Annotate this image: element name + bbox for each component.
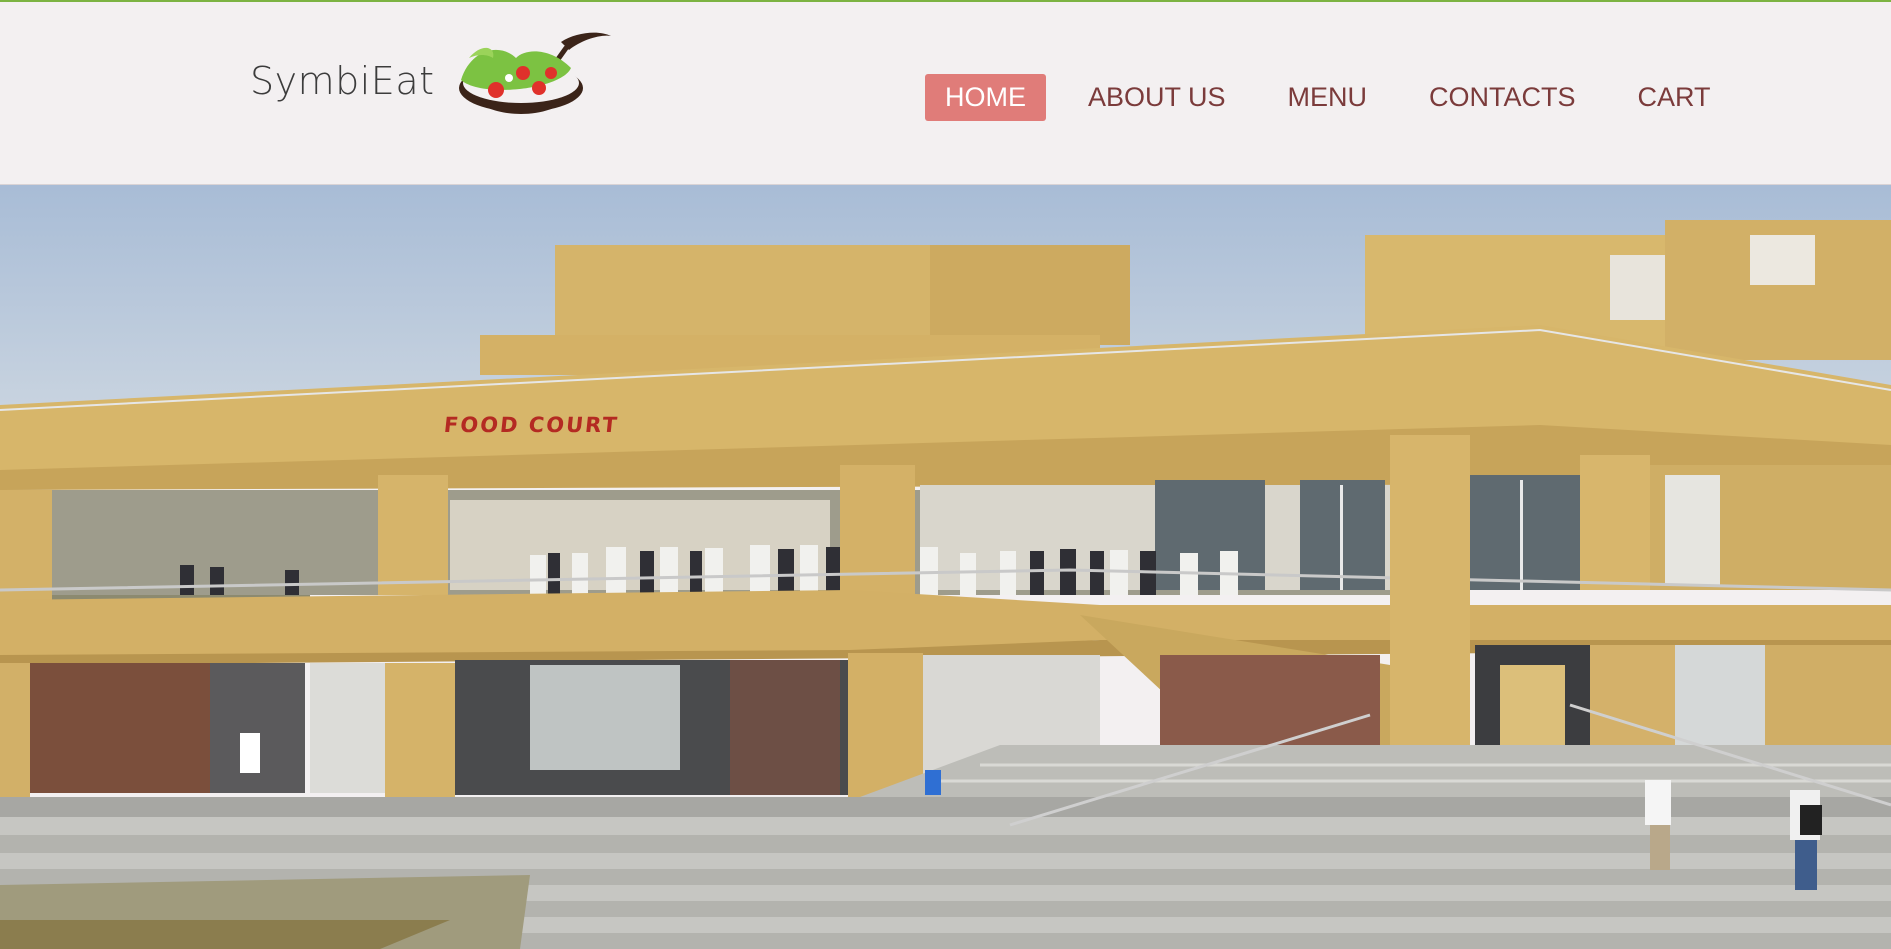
salad-bowl-icon (458, 32, 611, 114)
nav-cart[interactable]: CART (1618, 74, 1731, 121)
main-nav: HOME ABOUT US MENU CONTACTS CART (925, 72, 1753, 122)
nav-contacts[interactable]: CONTACTS (1409, 74, 1596, 121)
food-court-sign: FOOD COURT (442, 413, 620, 437)
logo-text: SymbiEat (250, 58, 435, 103)
site-logo[interactable]: SymbiEat (250, 28, 616, 133)
nav-about-us[interactable]: ABOUT US (1068, 74, 1246, 121)
site-header: SymbiEat HOME ABOUT US MENU CONTACTS CAR… (0, 2, 1891, 184)
food-court-building-image (0, 185, 1891, 949)
nav-home[interactable]: HOME (925, 73, 1046, 121)
hero-banner: FOOD COURT (0, 185, 1891, 949)
nav-menu[interactable]: MENU (1268, 74, 1388, 121)
